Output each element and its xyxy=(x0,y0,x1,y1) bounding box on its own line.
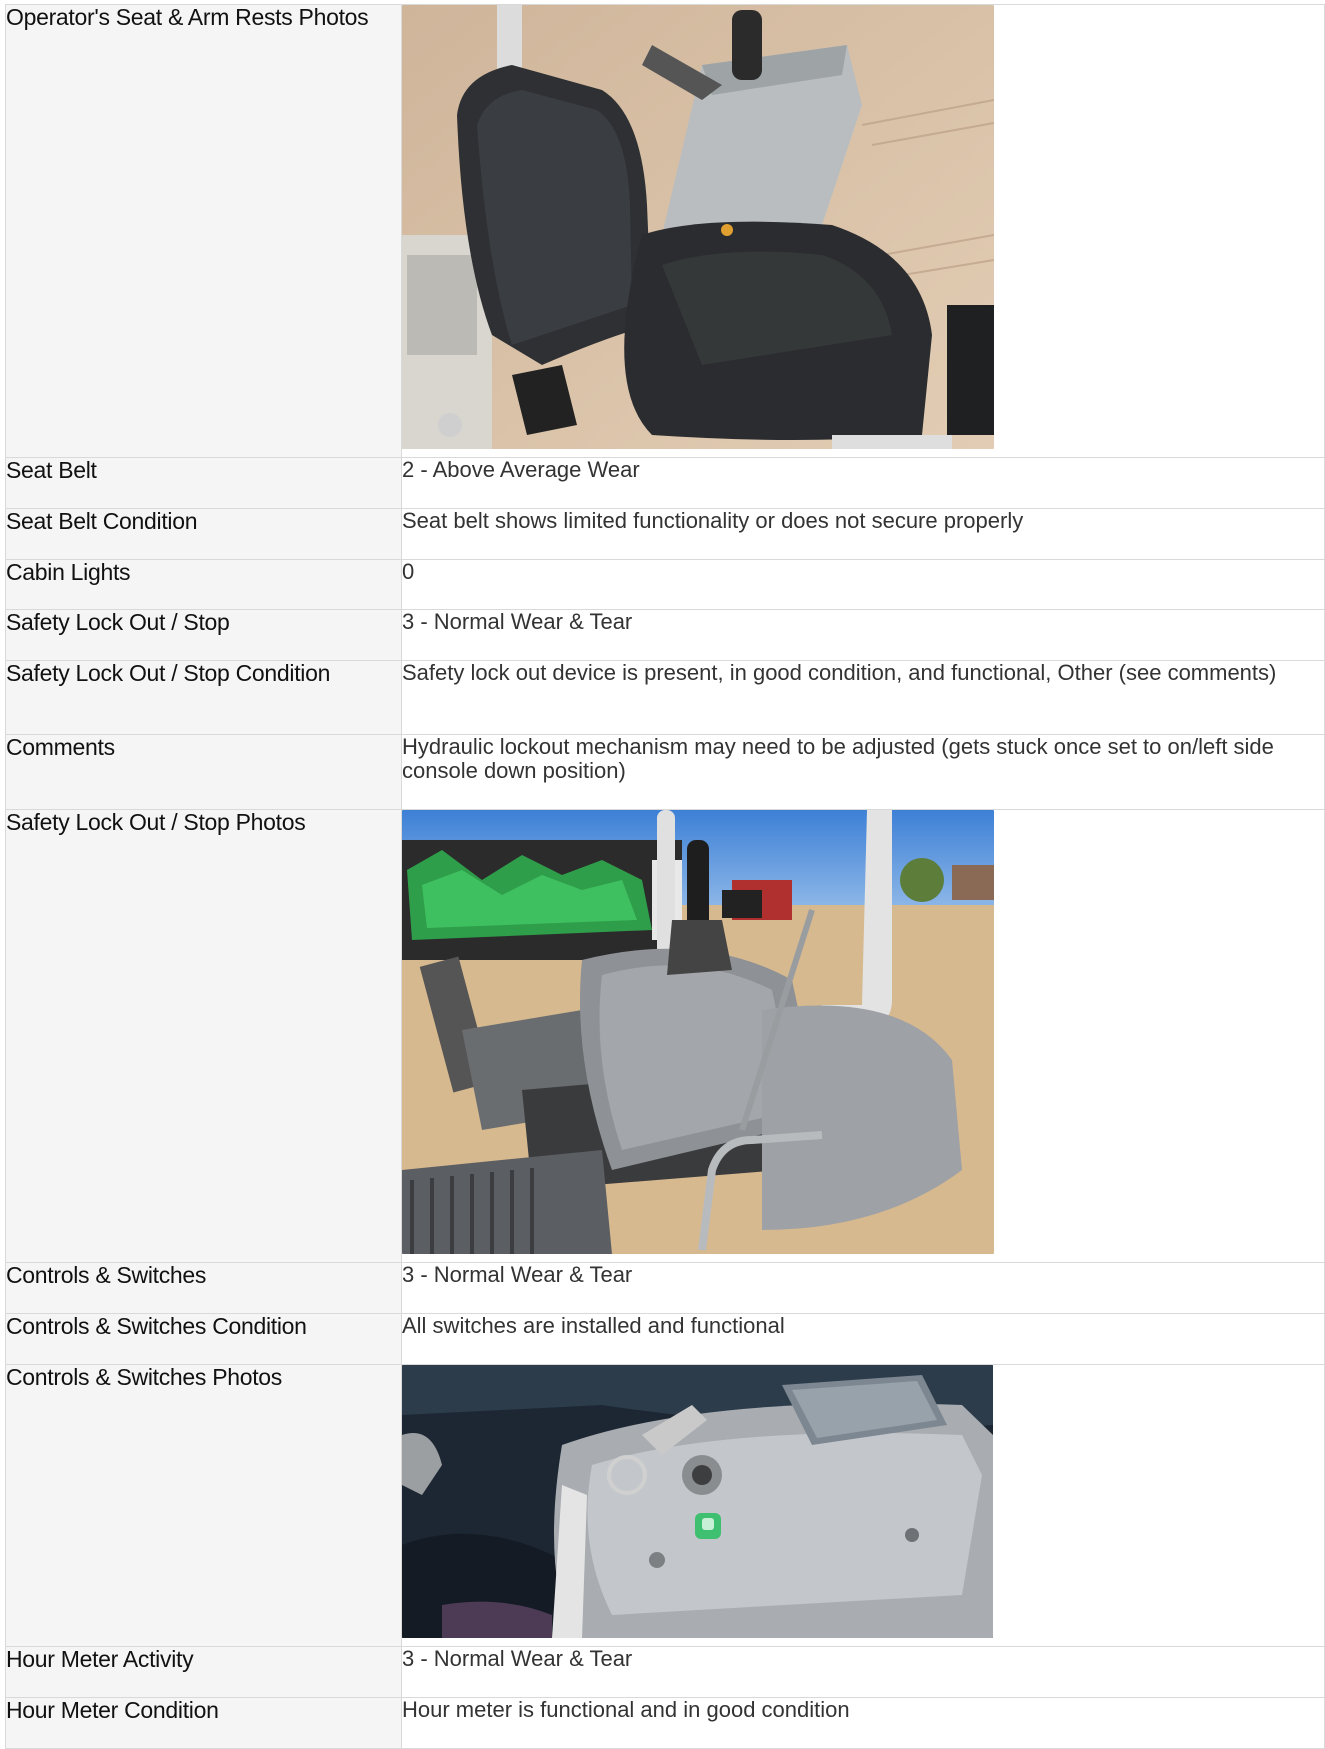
table-row: Controls & Switches 3 - Normal Wear & Te… xyxy=(5,1262,1325,1314)
row-value: Hydraulic lockout mechanism may need to … xyxy=(401,734,1325,810)
row-value: 2 - Above Average Wear xyxy=(401,457,1325,509)
row-label: Safety Lock Out / Stop xyxy=(5,609,402,661)
table-row: Operator's Seat & Arm Rests Photos xyxy=(5,4,1325,458)
row-label: Controls & Switches Photos xyxy=(5,1364,402,1647)
row-label: Hour Meter Condition xyxy=(5,1697,402,1749)
photo-cell xyxy=(401,1364,1325,1647)
row-label: Comments xyxy=(5,734,402,810)
row-label: Operator's Seat & Arm Rests Photos xyxy=(5,4,402,458)
table-row: Controls & Switches Condition All switch… xyxy=(5,1313,1325,1365)
row-label: Safety Lock Out / Stop Condition xyxy=(5,660,402,735)
table-row: Comments Hydraulic lockout mechanism may… xyxy=(5,734,1325,810)
table-row: Hour Meter Condition Hour meter is funct… xyxy=(5,1697,1325,1749)
row-label: Cabin Lights xyxy=(5,559,402,610)
table-row: Safety Lock Out / Stop 3 - Normal Wear &… xyxy=(5,609,1325,661)
row-label: Controls & Switches Condition xyxy=(5,1313,402,1365)
inspection-table: Operator's Seat & Arm Rests Photos Seat … xyxy=(5,4,1325,1749)
table-row: Safety Lock Out / Stop Photos xyxy=(5,809,1325,1263)
seat-armrest-photo[interactable] xyxy=(402,5,994,449)
table-row: Hour Meter Activity 3 - Normal Wear & Te… xyxy=(5,1646,1325,1698)
safety-lockout-photo[interactable] xyxy=(402,810,994,1254)
row-value: 3 - Normal Wear & Tear xyxy=(401,1262,1325,1314)
photo-cell xyxy=(401,4,1325,458)
table-row: Cabin Lights 0 xyxy=(5,559,1325,610)
controls-switches-photo[interactable] xyxy=(402,1365,993,1638)
table-row: Seat Belt Condition Seat belt shows limi… xyxy=(5,508,1325,560)
table-row: Controls & Switches Photos xyxy=(5,1364,1325,1647)
row-label: Seat Belt Condition xyxy=(5,508,402,560)
row-value: Seat belt shows limited functionality or… xyxy=(401,508,1325,560)
row-label: Seat Belt xyxy=(5,457,402,509)
row-label: Safety Lock Out / Stop Photos xyxy=(5,809,402,1263)
row-label: Hour Meter Activity xyxy=(5,1646,402,1698)
photo-cell xyxy=(401,809,1325,1263)
row-value: 0 xyxy=(401,559,1325,610)
table-row: Safety Lock Out / Stop Condition Safety … xyxy=(5,660,1325,735)
row-value: Safety lock out device is present, in go… xyxy=(401,660,1325,735)
row-value: Hour meter is functional and in good con… xyxy=(401,1697,1325,1749)
row-value: 3 - Normal Wear & Tear xyxy=(401,1646,1325,1698)
table-row: Seat Belt 2 - Above Average Wear xyxy=(5,457,1325,509)
row-value: All switches are installed and functiona… xyxy=(401,1313,1325,1365)
row-value: 3 - Normal Wear & Tear xyxy=(401,609,1325,661)
row-label: Controls & Switches xyxy=(5,1262,402,1314)
